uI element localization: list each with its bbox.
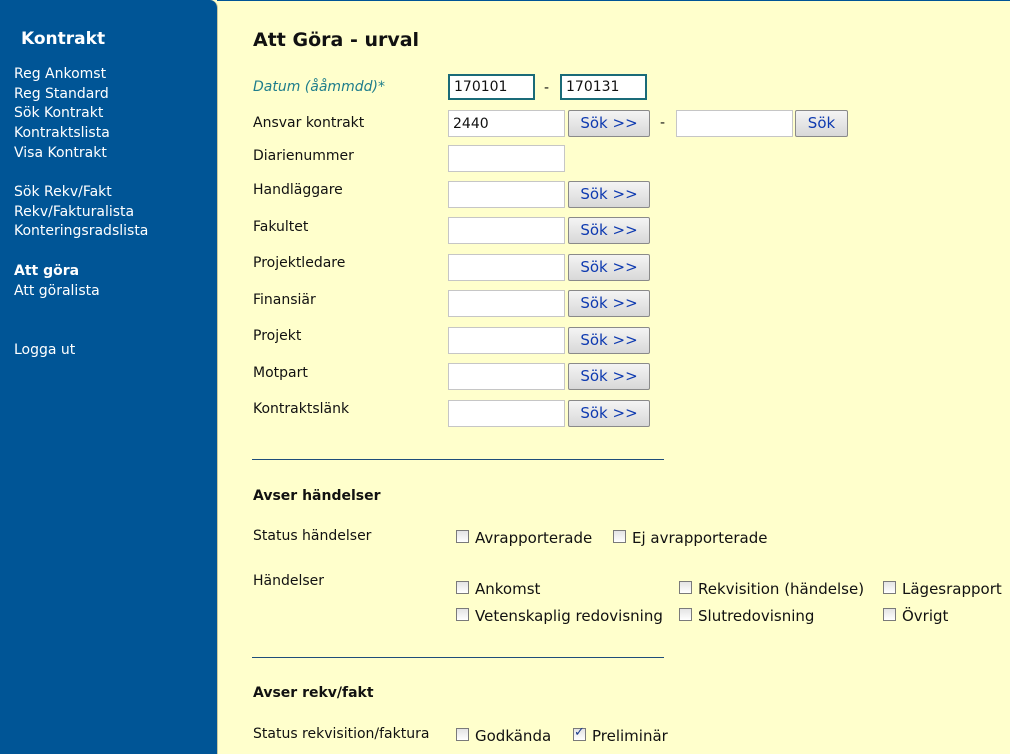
nav-sok-rekv-fakt[interactable]: Sök Rekv/Fakt [14, 183, 148, 203]
check-mark-icon: ✓ [574, 724, 585, 740]
checkbox-icon[interactable]: ✓ [573, 724, 586, 741]
checkbox-label: Avrapporterade [475, 529, 593, 547]
datum-from-input[interactable] [448, 74, 535, 100]
nav-reg-ankomst[interactable]: Reg Ankomst [14, 65, 110, 85]
nav-att-goralista[interactable]: Att göralista [14, 282, 100, 302]
checkbox-icon[interactable] [456, 580, 469, 594]
checkbox-ovrigt[interactable]: Övrigt [883, 607, 948, 625]
ansvar-sok-more-button[interactable]: Sök >> [568, 110, 650, 137]
handelser-label: Händelser [253, 573, 325, 589]
motpart-input[interactable] [448, 363, 565, 390]
nav-logga-ut[interactable]: Logga ut [14, 341, 75, 361]
divider [252, 657, 664, 658]
checkbox-vetenskaplig-redovisning[interactable]: Vetenskaplig redovisning [456, 607, 663, 625]
checkbox-ej-avrapporterade[interactable]: Ej avrapporterade [613, 529, 767, 547]
status-handelser-label: Status händelser [253, 528, 372, 544]
nav-kontraktslista[interactable]: Kontraktslista [14, 124, 110, 144]
checkbox-icon[interactable] [679, 580, 692, 594]
ansvar-to-input[interactable] [676, 110, 793, 137]
checkbox-avrapporterade[interactable]: Avrapporterade [456, 529, 592, 547]
checkbox-rekvisition[interactable]: Rekvisition (händelse) [679, 580, 864, 598]
checkbox-ankomst[interactable]: Ankomst [456, 580, 540, 598]
checkbox-label: Slutredovisning [698, 607, 815, 625]
sidebar-title: Kontrakt [21, 29, 106, 49]
checkbox-label: Ankomst [475, 580, 541, 598]
nav-konteringsradslista[interactable]: Konteringsradslista [14, 222, 148, 242]
checkbox-icon[interactable] [456, 529, 469, 543]
datum-label: Datum (ååmmdd)* [253, 79, 385, 95]
ansvar-separator: - [660, 115, 666, 131]
section-avser-handelser: Avser händelser [253, 488, 381, 504]
fakultet-sok-button[interactable]: Sök >> [568, 217, 650, 244]
projektledare-input[interactable] [448, 254, 565, 281]
fakultet-label: Fakultet [253, 219, 309, 235]
checkbox-icon[interactable] [883, 580, 896, 594]
projekt-input[interactable] [448, 327, 565, 354]
ansvar-input[interactable] [448, 110, 565, 137]
checkbox-icon[interactable] [613, 529, 626, 543]
datum-separator: - [544, 80, 550, 96]
nav-group-logout: Logga ut [14, 341, 75, 361]
checkbox-lagesrapport[interactable]: Lägesrapport [883, 580, 1002, 598]
nav-reg-standard[interactable]: Reg Standard [14, 85, 110, 105]
nav-sok-kontrakt[interactable]: Sök Kontrakt [14, 104, 110, 124]
projektledare-label: Projektledare [253, 255, 346, 271]
checkbox-icon[interactable] [679, 607, 692, 621]
kontraktslank-label: Kontraktslänk [253, 401, 350, 417]
checkbox-godkanda[interactable]: Godkända [456, 727, 551, 745]
checkbox-icon[interactable] [456, 727, 469, 741]
motpart-label: Motpart [253, 365, 308, 381]
checkbox-label: Preliminär [592, 727, 668, 745]
diarie-input[interactable] [448, 145, 565, 172]
section-avser-rekv-fakt: Avser rekv/fakt [253, 685, 374, 701]
kontraktslank-sok-button[interactable]: Sök >> [568, 400, 650, 427]
status-rekv-label: Status rekvisition/faktura [253, 726, 430, 742]
checkbox-label: Övrigt [902, 607, 949, 625]
projekt-sok-button[interactable]: Sök >> [568, 327, 650, 354]
checkbox-preliminar[interactable]: ✓ Preliminär [573, 724, 668, 745]
handlaggare-label: Handläggare [253, 182, 343, 198]
motpart-sok-button[interactable]: Sök >> [568, 363, 650, 390]
diarie-label: Diarienummer [253, 148, 354, 164]
nav-group-att-gora: Att göra Att göralista [14, 262, 100, 301]
finansiar-sok-button[interactable]: Sök >> [568, 290, 650, 317]
nav-group-rekv: Sök Rekv/Fakt Rekv/Fakturalista Konterin… [14, 183, 148, 242]
handlaggare-input[interactable] [448, 181, 565, 208]
checkbox-label: Lägesrapport [902, 580, 1002, 598]
finansiar-label: Finansiär [253, 292, 316, 308]
divider [252, 459, 664, 460]
projekt-label: Projekt [253, 328, 302, 344]
nav-rekv-fakturalista[interactable]: Rekv/Fakturalista [14, 203, 148, 223]
finansiar-input[interactable] [448, 290, 565, 317]
projektledare-sok-button[interactable]: Sök >> [568, 254, 650, 281]
checkbox-label: Rekvisition (händelse) [698, 580, 865, 598]
checkbox-slutredovisning[interactable]: Slutredovisning [679, 607, 814, 625]
fakultet-input[interactable] [448, 217, 565, 244]
checkbox-icon[interactable] [883, 607, 896, 621]
checkbox-label: Ej avrapporterade [632, 529, 768, 547]
ansvar-label: Ansvar kontrakt [253, 115, 365, 131]
nav-group-kontrakt: Reg Ankomst Reg Standard Sök Kontrakt Ko… [14, 65, 110, 164]
nav-visa-kontrakt[interactable]: Visa Kontrakt [14, 144, 110, 164]
nav-att-gora[interactable]: Att göra [14, 262, 100, 282]
kontraktslank-input[interactable] [448, 400, 565, 427]
checkbox-label: Vetenskaplig redovisning [475, 607, 663, 625]
sidebar: Kontrakt Reg Ankomst Reg Standard Sök Ko… [0, 0, 218, 754]
checkbox-label: Godkända [475, 727, 552, 745]
checkbox-icon[interactable] [456, 607, 469, 621]
datum-to-input[interactable] [560, 74, 647, 100]
handlaggare-sok-button[interactable]: Sök >> [568, 181, 650, 208]
ansvar-sok-button[interactable]: Sök [795, 110, 848, 137]
main-content: Att Göra - urval Datum (ååmmdd)* - Ansva… [217, 0, 1010, 754]
page-title: Att Göra - urval [253, 29, 420, 51]
